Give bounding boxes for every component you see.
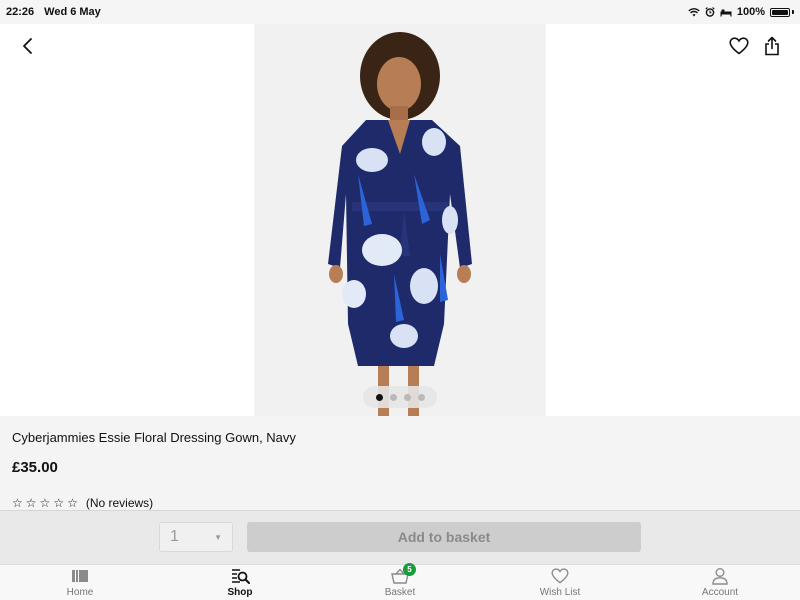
product-title: Cyberjammies Essie Floral Dressing Gown,… xyxy=(12,430,296,445)
status-time: 22:26 xyxy=(6,6,35,18)
star-icon: ☆ xyxy=(25,496,37,510)
tab-label: Wish List xyxy=(539,587,581,598)
star-icon: ☆ xyxy=(39,496,51,510)
pager-dot-4[interactable] xyxy=(417,393,425,401)
model-wearing-gown-image xyxy=(254,24,546,416)
product-price: £35.00 xyxy=(12,459,58,476)
star-icon: ☆ xyxy=(53,496,65,510)
tab-wish-list[interactable]: Wish List xyxy=(480,565,640,600)
status-right: 100% xyxy=(688,6,794,18)
wifi-icon xyxy=(688,8,700,17)
chevron-down-icon: ▼ xyxy=(214,532,222,542)
product-photo[interactable] xyxy=(254,24,546,416)
status-left: 22:26 Wed 6 May xyxy=(6,6,101,18)
quantity-value: 1 xyxy=(170,528,179,545)
product-info: Cyberjammies Essie Floral Dressing Gown,… xyxy=(0,416,800,510)
add-to-wishlist-button[interactable] xyxy=(725,32,753,60)
basket-icon: 5 xyxy=(390,563,416,585)
reviews-link[interactable]: (No reviews) xyxy=(86,496,153,510)
add-to-basket-button[interactable]: Add to basket xyxy=(247,522,641,552)
star-icon: ☆ xyxy=(67,496,78,510)
pager-dot-1[interactable] xyxy=(375,393,383,401)
tab-label: Account xyxy=(701,587,739,598)
battery-fill xyxy=(772,9,788,15)
bed-icon xyxy=(720,9,732,16)
back-button[interactable] xyxy=(14,32,42,60)
purchase-bar: 1 ▼ Add to basket xyxy=(0,510,800,564)
tab-basket[interactable]: 5 Basket xyxy=(320,563,480,600)
battery-percent: 100% xyxy=(736,6,765,18)
pager-dot-3[interactable] xyxy=(403,393,411,401)
heart-icon xyxy=(729,37,749,55)
pager-dot-2[interactable] xyxy=(389,393,397,401)
alarm-icon xyxy=(705,7,715,17)
home-icon xyxy=(70,567,90,585)
person-icon xyxy=(710,567,730,585)
basket-count-badge: 5 xyxy=(403,563,416,576)
tab-home[interactable]: Home xyxy=(0,565,160,600)
heart-icon xyxy=(550,567,570,585)
tab-account[interactable]: Account xyxy=(640,565,800,600)
star-icon: ☆ xyxy=(12,496,23,510)
battery-tip xyxy=(792,10,794,14)
share-icon xyxy=(765,36,779,56)
product-rating[interactable]: ☆ ☆ ☆ ☆ ☆ (No reviews) xyxy=(12,496,153,510)
bottom-tab-bar: Home Shop 5 Basket Wish List Account xyxy=(0,563,800,600)
image-pager[interactable] xyxy=(363,386,437,408)
status-date: Wed 6 May xyxy=(44,6,101,18)
shop-search-icon xyxy=(230,567,250,585)
battery-icon xyxy=(770,7,790,17)
tab-label: Shop xyxy=(227,587,253,598)
quantity-select[interactable]: 1 ▼ xyxy=(159,522,233,552)
tab-label: Basket xyxy=(384,587,416,598)
back-arrow-icon xyxy=(23,38,32,54)
tab-shop[interactable]: Shop xyxy=(160,565,320,600)
product-image-gallery[interactable] xyxy=(0,24,800,416)
status-bar: 22:26 Wed 6 May 100% xyxy=(0,0,800,24)
tab-label: Home xyxy=(66,587,94,598)
share-button[interactable] xyxy=(758,32,786,60)
